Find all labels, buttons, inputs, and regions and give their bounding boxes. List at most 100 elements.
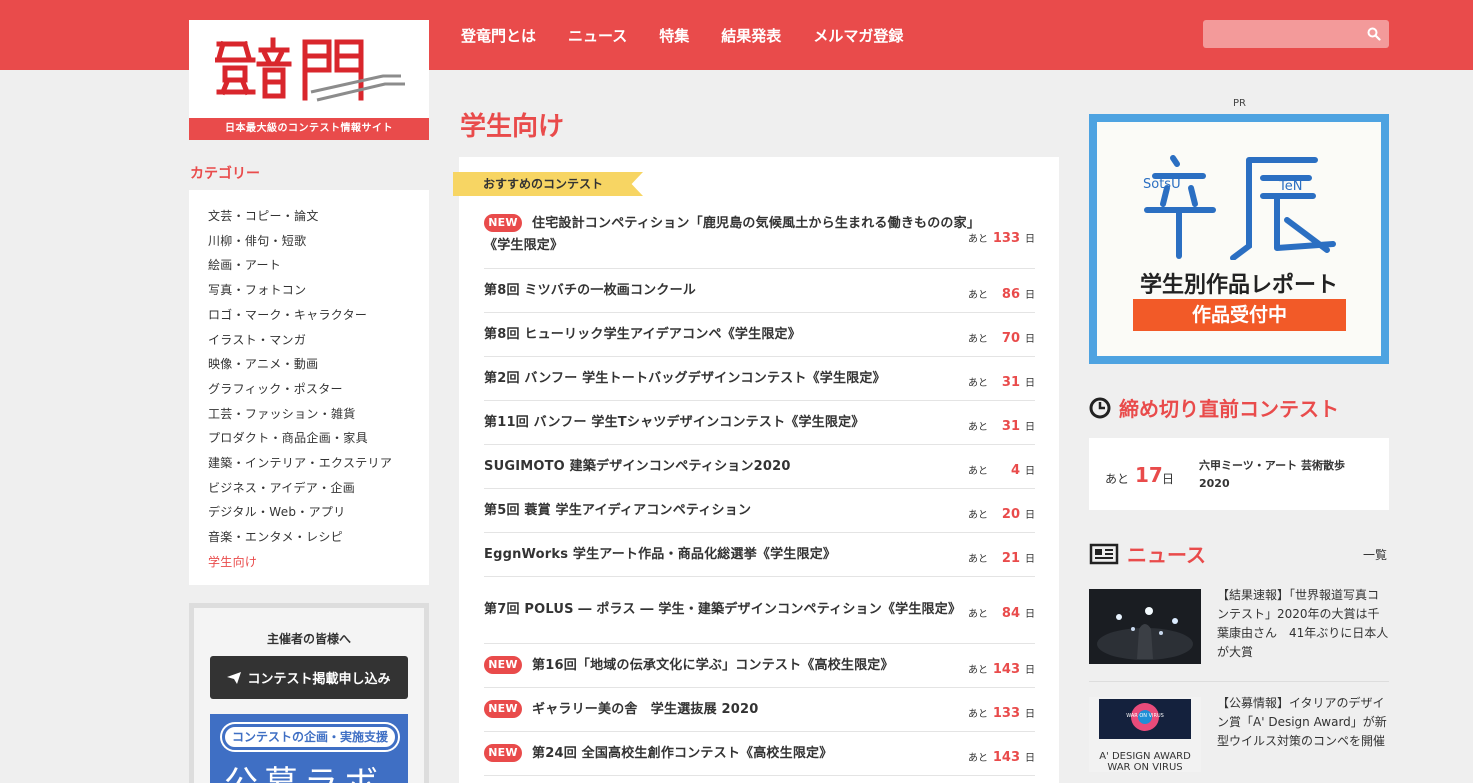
- days-remaining: あと 143 日: [968, 661, 1035, 677]
- nav-about[interactable]: 登竜門とは: [461, 22, 536, 50]
- days-remaining: あと 21 日: [968, 550, 1035, 566]
- category-item[interactable]: 工芸・ファッション・雑貨: [208, 402, 429, 427]
- contest-title: 第7回 POLUS ― ポラス ― 学生・建築デザインコンペティション《学生限定…: [484, 599, 961, 621]
- deadline-nichi: 日: [1162, 472, 1175, 486]
- newspaper-icon: [1089, 543, 1119, 564]
- category-item-active[interactable]: 学生向け: [208, 550, 429, 575]
- sotsu-label: SotsU: [1143, 177, 1181, 192]
- days-remaining: あと 20 日: [968, 506, 1035, 522]
- days-ato: あと: [968, 509, 988, 521]
- category-item[interactable]: 川柳・俳句・短歌: [208, 229, 429, 254]
- submit-contest-button[interactable]: コンテスト掲載申し込み: [210, 656, 408, 699]
- sotsuten-logo: SotsU TeN: [1143, 155, 1336, 260]
- category-item[interactable]: 絵画・アート: [208, 253, 429, 278]
- contest-title-text: 住宅設計コンペティション「鹿児島の気候風土から生まれる働きものの家」《学生限定》: [484, 216, 974, 253]
- contest-row[interactable]: 第2回 バンフー 学生トートバッグデザインコンテスト《学生限定》 あと 31 日: [484, 357, 1035, 401]
- days-count: 143: [992, 749, 1020, 765]
- category-item[interactable]: 写真・フォトコン: [208, 278, 429, 303]
- category-item[interactable]: イラスト・マンガ: [208, 328, 429, 353]
- news-heading: ニュース: [1127, 543, 1206, 567]
- days-nichi: 日: [1025, 664, 1035, 676]
- contest-title-text: 第11回 バンフー 学生Tシャツデザインコンテスト《学生限定》: [484, 414, 865, 430]
- main-nav: 登竜門とは ニュース 特集 結果発表 メルマガ登録: [461, 22, 935, 50]
- category-item[interactable]: グラフィック・ポスター: [208, 377, 429, 402]
- contest-row[interactable]: NEW 第16回「地域の伝承文化に学ぶ」コンテスト《高校生限定》 あと 143 日: [484, 644, 1035, 688]
- contest-row[interactable]: NEW ギャラリー美の舎 学生選抜展 2020 あと 133 日: [484, 688, 1035, 732]
- category-item[interactable]: 音楽・エンタメ・レシピ: [208, 525, 429, 550]
- search-icon[interactable]: [1367, 27, 1381, 41]
- contest-title: 第2回 バンフー 学生トートバッグデザインコンテスト《学生限定》: [484, 368, 886, 390]
- contest-title-text: 第8回 ミツバチの一枚画コンクール: [484, 282, 696, 298]
- deadline-ato: あと: [1105, 472, 1130, 486]
- thumb-caption-small: WAR ON VIRUS: [1126, 713, 1164, 719]
- category-item[interactable]: 映像・アニメ・動画: [208, 352, 429, 377]
- site-logo[interactable]: 日本最大級のコンテスト情報サイト: [189, 20, 429, 140]
- koubo-lab-banner[interactable]: コンテストの企画・実施支援 公募ラボ: [210, 714, 408, 783]
- contest-row[interactable]: NEW 住宅設計コンペティション「鹿児島の気候風土から生まれる働きものの家」《学生…: [484, 202, 1035, 269]
- new-badge: NEW: [484, 743, 522, 762]
- contest-row[interactable]: 第11回 バンフー 学生Tシャツデザインコンテスト《学生限定》 あと 31 日: [484, 401, 1035, 445]
- deadline-contest-item[interactable]: あと 17 日 六甲ミーツ・アート 芸術散歩 2020: [1089, 438, 1389, 510]
- days-count: 143: [992, 661, 1020, 677]
- new-badge: NEW: [484, 214, 522, 232]
- nav-results[interactable]: 結果発表: [721, 22, 781, 50]
- contest-title-text: 第8回 ヒューリック学生アイデアコンペ《学生限定》: [484, 326, 801, 342]
- news-item[interactable]: WAR ON VIRUS A' DESIGN AWARD WAR ON VIRU…: [1089, 696, 1389, 772]
- days-ato: あと: [968, 234, 988, 246]
- contest-list-panel: おすすめのコンテスト NEW 住宅設計コンペティション「鹿児島の気候風土から生まれ…: [453, 157, 1059, 783]
- sotsuten-ad-banner[interactable]: SotsU TeN 学生別作品レポート 作品受付中: [1089, 114, 1389, 364]
- thumb-caption-2: WAR ON VIRUS: [1107, 762, 1182, 772]
- deadline-days: 17: [1135, 463, 1163, 487]
- search-input[interactable]: [1203, 20, 1359, 48]
- days-nichi: 日: [1025, 421, 1035, 433]
- days-ato: あと: [968, 752, 988, 764]
- news-item[interactable]: 【結果速報】「世界報道写真コンテスト」2020年の大賞は千葉康由さん 41年ぶり…: [1089, 588, 1389, 664]
- category-item[interactable]: デジタル・Web・アプリ: [208, 500, 429, 525]
- days-count: 84: [1001, 606, 1020, 622]
- contest-row[interactable]: EggnWorks 学生アート作品・商品化総選挙《学生限定》 あと 21 日: [484, 533, 1035, 577]
- contest-row[interactable]: SUGIMOTO 建築デザインコンペティション2020 あと 4 日: [484, 445, 1035, 489]
- contest-title: 第8回 ミツバチの一枚画コンクール: [484, 280, 696, 302]
- category-item[interactable]: ビジネス・アイデア・企画: [208, 476, 429, 501]
- contest-title-text: 第16回「地域の伝承文化に学ぶ」コンテスト《高校生限定》: [532, 657, 894, 673]
- days-remaining: あと 86 日: [968, 286, 1035, 302]
- category-item[interactable]: 建築・インテリア・エクステリア: [208, 451, 429, 476]
- ten-label: TeN: [1278, 179, 1302, 194]
- days-ato: あと: [968, 708, 988, 720]
- contest-row[interactable]: 第5回 蓑賞 学生アイディアコンペティション あと 20 日: [484, 489, 1035, 533]
- category-heading: カテゴリー: [190, 166, 260, 182]
- contest-title-text: 第5回 蓑賞 学生アイディアコンペティション: [484, 502, 752, 518]
- paper-plane-icon: [227, 671, 242, 684]
- category-list: 文芸・コピー・論文 川柳・俳句・短歌 絵画・アート 写真・フォトコン ロゴ・マー…: [189, 190, 429, 585]
- contest-row[interactable]: NEW 第24回 全国高校生創作コンテスト《高校生限定》 あと 143 日: [484, 732, 1035, 776]
- days-nichi: 日: [1025, 609, 1035, 621]
- days-count: 31: [1001, 418, 1020, 434]
- nav-newsletter[interactable]: メルマガ登録: [813, 22, 903, 50]
- search-box: [1203, 20, 1389, 48]
- new-badge: NEW: [484, 655, 522, 674]
- days-count: 133: [992, 705, 1020, 721]
- nav-news[interactable]: ニュース: [568, 22, 627, 50]
- days-nichi: 日: [1025, 377, 1035, 389]
- ad-report-text: 学生別作品レポート: [1139, 273, 1338, 298]
- contest-title-text: 第24回 全国高校生創作コンテスト《高校生限定》: [532, 745, 833, 761]
- pr-label: PR: [1233, 98, 1246, 109]
- days-nichi: 日: [1025, 333, 1035, 345]
- category-item[interactable]: ロゴ・マーク・キャラクター: [208, 303, 429, 328]
- days-remaining: あと 84 日: [968, 605, 1035, 621]
- days-nichi: 日: [1025, 509, 1035, 521]
- deadline-heading: 締め切り直前コンテスト: [1119, 397, 1339, 421]
- category-item[interactable]: プロダクト・商品企画・家具: [208, 426, 429, 451]
- organizer-panel: 主催者の皆様へ コンテスト掲載申し込み コンテストの企画・実施支援 公募ラボ: [189, 603, 429, 783]
- days-nichi: 日: [1025, 289, 1035, 301]
- contest-row[interactable]: 第8回 ミツバチの一枚画コンクール あと 86 日: [484, 269, 1035, 313]
- days-count: 133: [992, 231, 1020, 247]
- nav-features[interactable]: 特集: [659, 22, 689, 50]
- contest-row[interactable]: 第7回 POLUS ― ポラス ― 学生・建築デザインコンペティション《学生限定…: [484, 577, 1035, 644]
- news-all-link[interactable]: 一覧: [1363, 546, 1387, 563]
- days-count: 4: [1010, 462, 1020, 478]
- submit-contest-label: コンテスト掲載申し込み: [247, 672, 391, 687]
- days-nichi: 日: [1025, 465, 1035, 477]
- contest-row[interactable]: 第8回 ヒューリック学生アイデアコンペ《学生限定》 あと 70 日: [484, 313, 1035, 357]
- category-item[interactable]: 文芸・コピー・論文: [208, 204, 429, 229]
